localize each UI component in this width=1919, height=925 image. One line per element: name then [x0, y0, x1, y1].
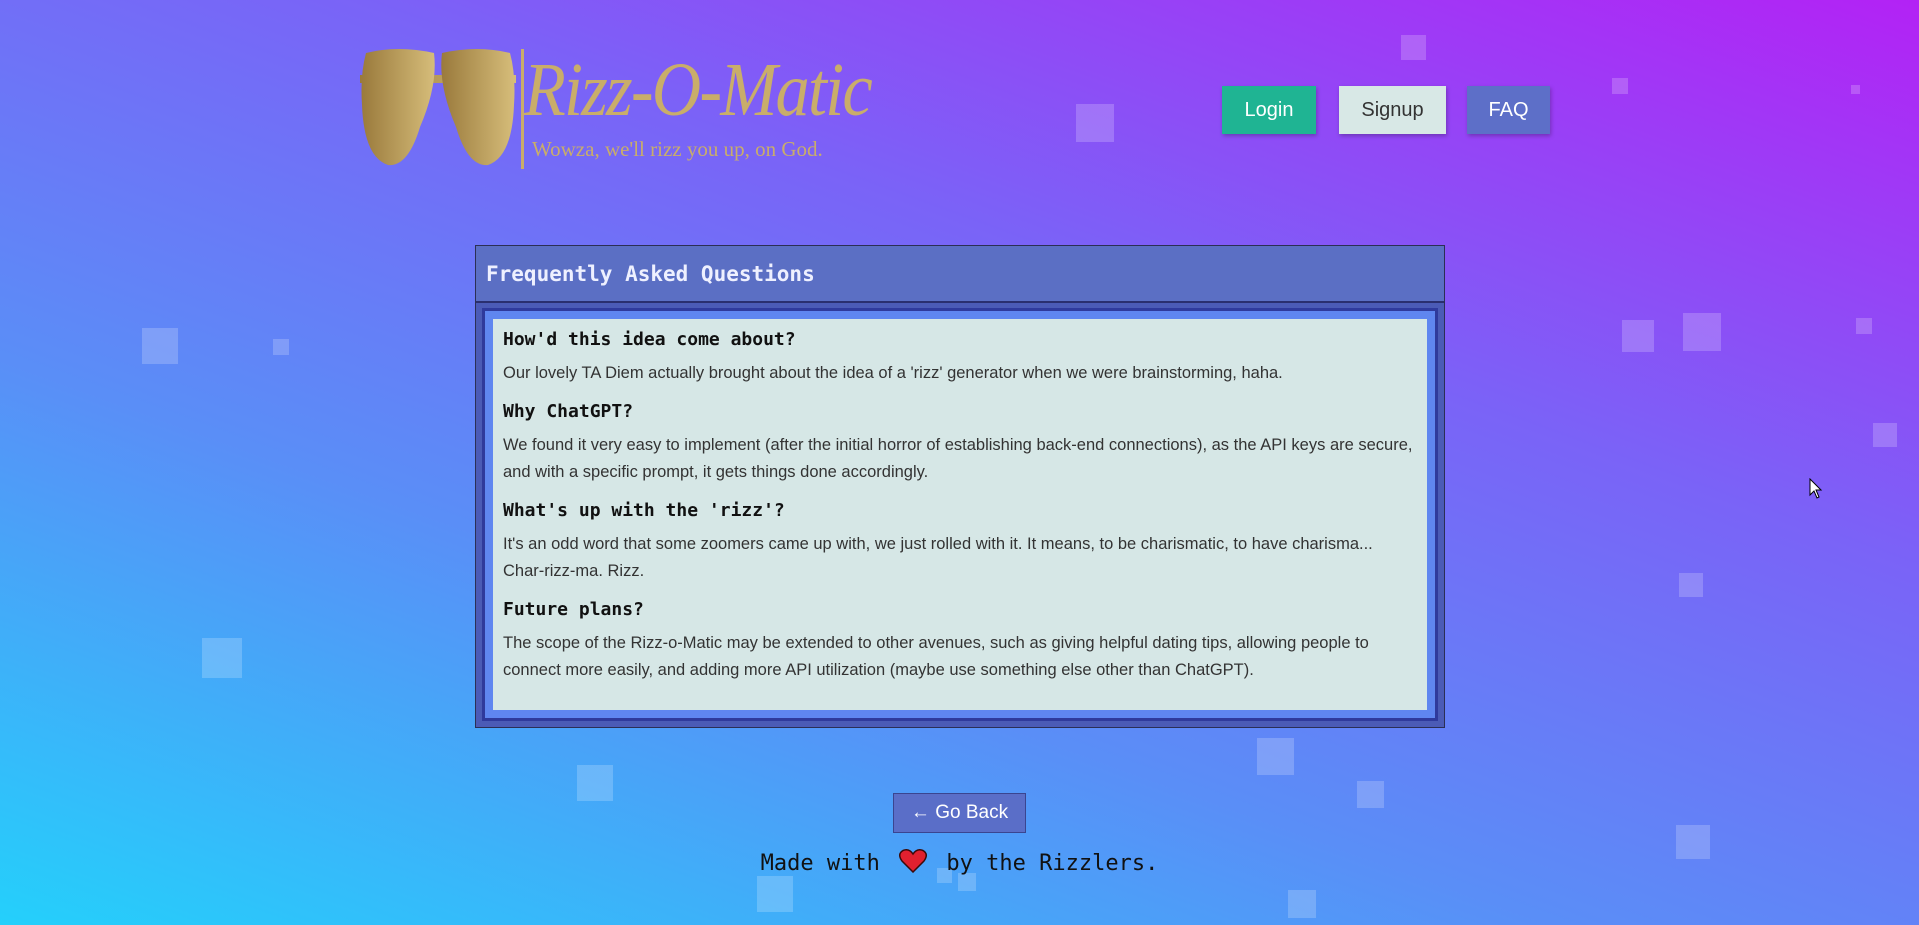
background-square — [142, 328, 178, 364]
faq-button[interactable]: FAQ — [1467, 86, 1550, 134]
heart-icon — [899, 849, 928, 879]
faq-question: Why ChatGPT? — [503, 401, 634, 422]
background-square — [1076, 104, 1114, 142]
faq-title: Frequently Asked Questions — [476, 246, 1444, 303]
signup-button[interactable]: Signup — [1339, 86, 1446, 134]
background-square — [202, 638, 242, 678]
background-square — [1622, 320, 1654, 352]
faq-answer: The scope of the Rizz-o-Matic may be ext… — [503, 634, 1369, 679]
background-square — [1401, 35, 1426, 60]
background-square — [1679, 573, 1703, 597]
faq-panel: Frequently Asked Questions How'd this id… — [475, 245, 1445, 728]
background-square — [1856, 318, 1872, 334]
background-square — [273, 339, 289, 355]
go-back-button[interactable]: ← Go Back — [893, 793, 1026, 833]
background-square — [1851, 85, 1860, 94]
background-square — [577, 765, 613, 801]
logo-tagline: Wowza, we'll rizz you up, on God. — [532, 137, 823, 161]
faq-question: How'd this idea come about? — [503, 329, 796, 350]
background-square — [1257, 738, 1294, 775]
faq-question: Future plans? — [503, 599, 644, 620]
login-button[interactable]: Login — [1222, 86, 1316, 134]
footer-prefix: Made with — [760, 851, 880, 876]
logo-title: Rizz-O-Matic — [524, 48, 873, 132]
background-square — [1873, 423, 1897, 447]
site-logo[interactable]: Rizz-O-Matic Wowza, we'll rizz you up, o… — [358, 45, 873, 170]
sunglasses-icon — [360, 49, 516, 166]
background-square — [1612, 78, 1628, 94]
background-square — [757, 876, 793, 912]
faq-content: How'd this idea come about? Our lovely T… — [493, 319, 1427, 710]
background-square — [1288, 890, 1316, 918]
faq-question: What's up with the 'rizz'? — [503, 500, 785, 521]
footer: Made with by the Rizzlers. — [0, 849, 1919, 879]
footer-suffix: by the Rizzlers. — [946, 851, 1159, 876]
background-square — [1357, 781, 1384, 808]
faq-answer: We found it very easy to implement (afte… — [503, 436, 1413, 481]
faq-answer: It's an odd word that some zoomers came … — [503, 535, 1373, 580]
faq-frame: How'd this idea come about? Our lovely T… — [482, 308, 1438, 721]
background-square — [1683, 313, 1721, 351]
faq-answer: Our lovely TA Diem actually brought abou… — [503, 364, 1283, 382]
mouse-cursor-icon — [1809, 478, 1823, 499]
